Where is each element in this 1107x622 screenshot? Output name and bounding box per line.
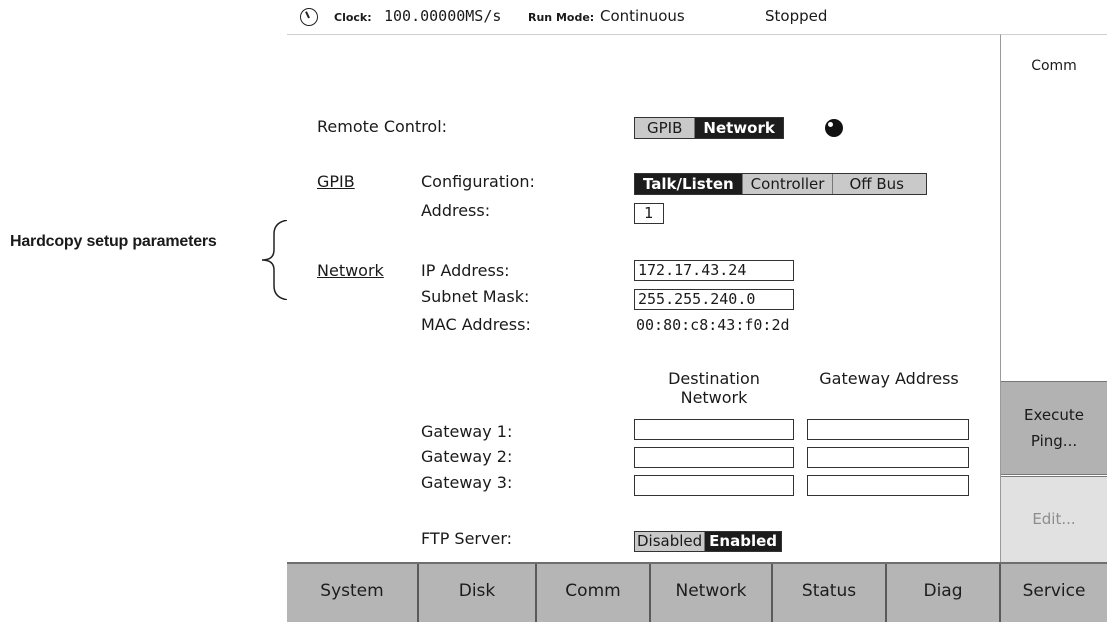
gateway-1-address-field[interactable] bbox=[807, 419, 969, 440]
remote-control-label: Remote Control: bbox=[317, 117, 448, 136]
gpib-option-talk-listen[interactable]: Talk/Listen bbox=[635, 174, 743, 194]
gpib-option-controller[interactable]: Controller bbox=[743, 174, 834, 194]
gateway-3-label: Gateway 3: bbox=[421, 473, 513, 492]
ip-address-label: IP Address: bbox=[421, 261, 510, 280]
bottom-menu: System Disk Comm Network Status Diag Ser… bbox=[287, 562, 1107, 622]
execute-ping-button[interactable]: Execute Ping... bbox=[1001, 381, 1107, 475]
annotation-brace bbox=[261, 220, 289, 300]
gpib-configuration-label: Configuration: bbox=[421, 172, 535, 191]
run-mode-label: Run Mode: bbox=[528, 11, 595, 24]
comm-settings-panel: Remote Control: GPIB Network GPIB Config… bbox=[287, 34, 1001, 562]
instrument-screen: Remote Control: GPIB Network GPIB Config… bbox=[287, 34, 1107, 622]
gateway-2-address-field[interactable] bbox=[807, 447, 969, 468]
bottom-button-disk[interactable]: Disk bbox=[419, 564, 537, 622]
ip-address-field[interactable]: 172.17.43.24 bbox=[634, 260, 794, 281]
bottom-button-comm[interactable]: Comm bbox=[537, 564, 651, 622]
side-menu: Comm Execute Ping... Edit... bbox=[1001, 34, 1107, 563]
clock-icon bbox=[300, 8, 318, 26]
mac-address-label: MAC Address: bbox=[421, 315, 531, 334]
gpib-option-off-bus[interactable]: Off Bus bbox=[833, 174, 926, 194]
ftp-server-toggle[interactable]: Disabled Enabled bbox=[634, 531, 783, 552]
status-bar: Clock: 100.00000MS/s Run Mode: Continuou… bbox=[298, 0, 1107, 34]
ftp-option-enabled[interactable]: Enabled bbox=[705, 532, 782, 551]
run-mode-value: Continuous bbox=[600, 7, 685, 25]
bottom-button-diag[interactable]: Diag bbox=[887, 564, 1001, 622]
gateway-address-header: Gateway Address bbox=[819, 369, 959, 388]
gateway-3-destination-field[interactable] bbox=[634, 475, 794, 496]
network-section-label: Network bbox=[317, 261, 384, 280]
subnet-mask-label: Subnet Mask: bbox=[421, 287, 530, 306]
edit-button[interactable]: Edit... bbox=[1001, 476, 1107, 563]
clock-label: Clock: bbox=[334, 11, 372, 24]
remote-option-gpib[interactable]: GPIB bbox=[635, 118, 696, 138]
gateway-3-address-field[interactable] bbox=[807, 475, 969, 496]
clock-value: 100.00000MS/s bbox=[384, 7, 502, 25]
mac-address-value: 00:80:c8:43:f0:2d bbox=[636, 316, 790, 334]
gateway-1-label: Gateway 1: bbox=[421, 422, 513, 441]
gateway-2-destination-field[interactable] bbox=[634, 447, 794, 468]
run-state: Stopped bbox=[765, 7, 828, 25]
execute-ping-label-line2: Ping... bbox=[1030, 432, 1078, 450]
ftp-option-disabled[interactable]: Disabled bbox=[635, 532, 706, 551]
subnet-mask-field[interactable]: 255.255.240.0 bbox=[634, 289, 794, 310]
bottom-button-system[interactable]: System bbox=[287, 564, 419, 622]
remote-control-toggle[interactable]: GPIB Network bbox=[634, 117, 784, 139]
bottom-button-network[interactable]: Network bbox=[651, 564, 773, 622]
bottom-button-status[interactable]: Status bbox=[773, 564, 887, 622]
gateway-1-destination-field[interactable] bbox=[634, 419, 794, 440]
bottom-button-service[interactable]: Service bbox=[1001, 564, 1107, 622]
selection-indicator-icon bbox=[825, 119, 843, 137]
gpib-section-label: GPIB bbox=[317, 172, 355, 191]
gateway-2-label: Gateway 2: bbox=[421, 447, 513, 466]
annotation-callout: Hardcopy setup parameters bbox=[0, 220, 290, 300]
execute-ping-label-line1: Execute bbox=[1024, 406, 1084, 424]
gpib-address-label: Address: bbox=[421, 201, 491, 220]
gpib-address-field[interactable]: 1 bbox=[634, 203, 664, 224]
side-menu-title: Comm bbox=[1031, 58, 1077, 74]
gpib-configuration-toggle[interactable]: Talk/Listen Controller Off Bus bbox=[634, 173, 927, 195]
remote-option-network[interactable]: Network bbox=[695, 118, 783, 138]
ftp-server-label: FTP Server: bbox=[421, 529, 513, 548]
destination-network-header: Destination Network bbox=[668, 369, 760, 407]
